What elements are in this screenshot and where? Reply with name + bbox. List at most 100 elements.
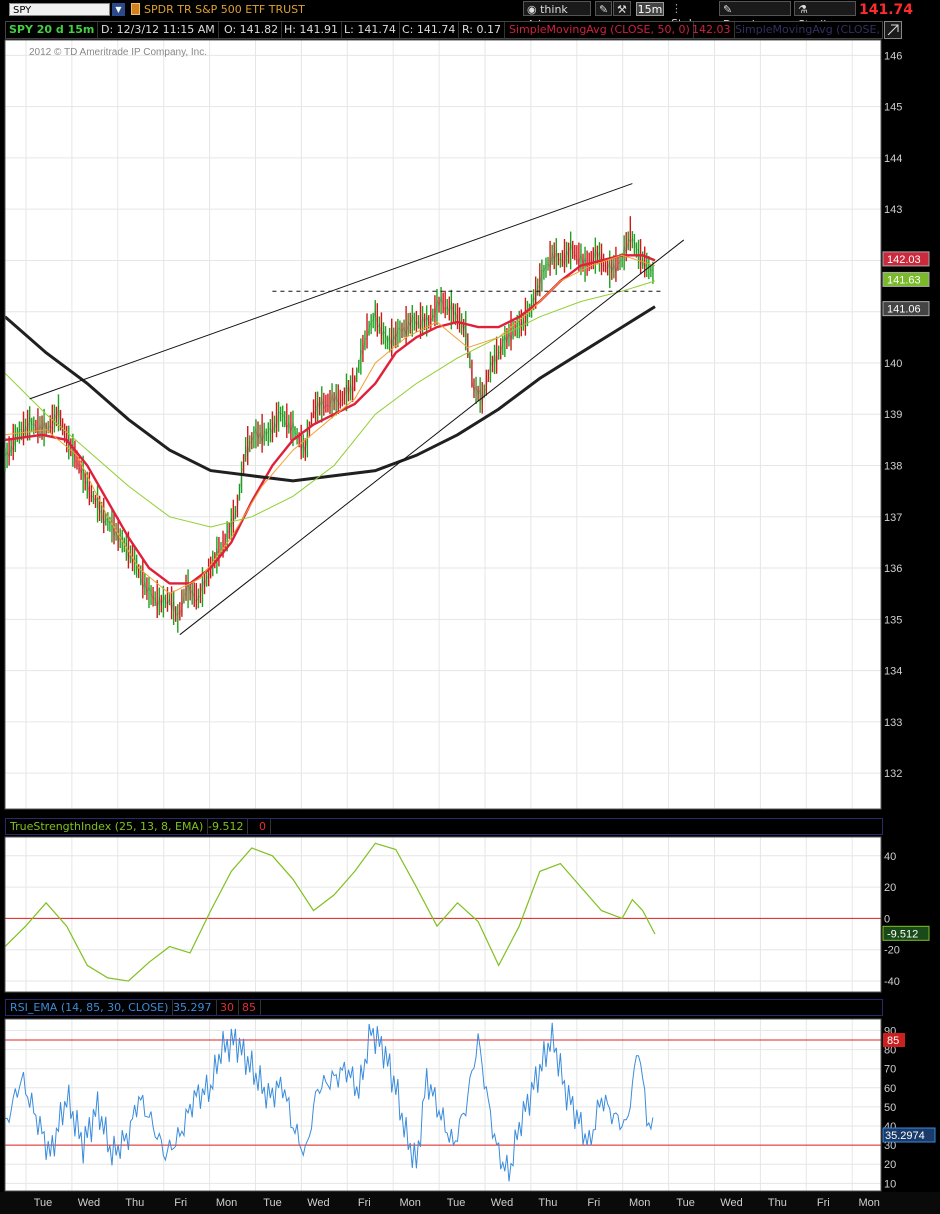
- rsi-legend: RSI_EMA (14, 85, 30, CLOSE) 35.297 30 85: [5, 999, 883, 1016]
- trendline-1: [179, 239, 685, 636]
- rsi-85-bubble: [883, 1033, 905, 1048]
- symbol-dropdown-icon[interactable]: ▼: [112, 3, 125, 16]
- moving-average-line-3: [4, 280, 656, 528]
- price-bubble: 141.06: [882, 301, 930, 317]
- open-label: O: 141.82: [221, 22, 283, 38]
- moving-average-line-2: [4, 254, 656, 595]
- think-ai-icon: ◉: [527, 3, 537, 16]
- y-tick-label: 10: [884, 1178, 896, 1190]
- price-bubble-bg: [882, 271, 930, 287]
- y-tick-label: 142: [884, 255, 902, 267]
- y-tick-label: 20: [884, 882, 896, 894]
- y-tick-label: 30: [884, 1140, 896, 1152]
- symbol-description: SPDR TR S&P 500 ETF TRUST: [144, 3, 305, 16]
- x-tick-label: Wed: [720, 1197, 742, 1209]
- price-bubble-label: 141.63: [887, 274, 921, 286]
- rsi-85-bubble-label: 85: [887, 1035, 899, 1047]
- trendline-0: [29, 183, 633, 400]
- tsi-zero: 0: [255, 819, 271, 834]
- y-tick-label: 145: [884, 102, 902, 114]
- x-tick-label: Tue: [447, 1197, 466, 1209]
- tsi-value-bubble-label: -9.512: [887, 928, 918, 940]
- document-icon: [131, 3, 140, 15]
- think-ai-button[interactable]: ◉ think A.I.: [523, 1, 591, 31]
- date-label: D: 12/3/12 11:15 AM: [98, 22, 219, 38]
- y-tick-label: 139: [884, 409, 902, 421]
- sma50-value: 142.03: [689, 22, 735, 38]
- y-tick-label: 144: [884, 153, 902, 165]
- studies-button[interactable]: ⚗ Studies: [794, 1, 856, 31]
- tsi-value-bubble: [882, 925, 930, 941]
- x-tick-label: Thu: [538, 1197, 557, 1209]
- style-icon: ⋮: [671, 2, 682, 15]
- expand-icon[interactable]: [884, 21, 902, 39]
- price-bubble: 142.03: [882, 251, 930, 267]
- price-panel: [5, 40, 881, 809]
- y-tick-label: 137: [884, 512, 902, 524]
- top-toolbar: SPY ▼ SPDR TR S&P 500 ETF TRUST ◉ think …: [0, 0, 940, 31]
- tsi-value: -9.512: [204, 819, 249, 834]
- y-tick-label: 141: [884, 307, 902, 319]
- x-tick-label: Fri: [174, 1197, 187, 1209]
- x-tick-label: Wed: [491, 1197, 513, 1209]
- tsi-legend: TrueStrengthIndex (25, 13, 8, EMA) -9.51…: [5, 818, 883, 835]
- y-tick-label: 70: [884, 1064, 896, 1076]
- y-tick-label: -40: [884, 976, 900, 988]
- y-tick-label: -20: [884, 945, 900, 957]
- x-tick-label: Tue: [676, 1197, 695, 1209]
- y-tick-label: 146: [884, 50, 902, 62]
- price-bubble-bg: [882, 251, 930, 267]
- rsi-low: 30: [216, 1000, 239, 1015]
- close-label: C: 141.74: [399, 22, 460, 38]
- y-tick-label: 20: [884, 1159, 896, 1171]
- high-label: H: 141.91: [281, 22, 342, 38]
- x-tick-label: Fri: [817, 1197, 830, 1209]
- rsi-value-bubble: [882, 1127, 936, 1143]
- x-tick-label: Tue: [263, 1197, 282, 1209]
- moving-average-line-0: [4, 254, 656, 585]
- flask-icon: ⚗: [798, 3, 808, 16]
- sma50-label: SimpleMovingAvg (CLOSE, 50, 0): [506, 22, 694, 38]
- price-bubble: 141.63: [882, 271, 930, 287]
- rsi-label[interactable]: RSI_EMA (14, 85, 30, CLOSE): [6, 1000, 174, 1015]
- tools-icon[interactable]: ✎: [595, 1, 612, 16]
- range-label: R: 0.17: [459, 22, 505, 38]
- x-tick-label: Mon: [858, 1197, 879, 1209]
- sma200-label: SimpleMovingAvg (CLOSE,: [735, 23, 880, 36]
- rsi-value: 35.297: [169, 1000, 217, 1015]
- symbol-input[interactable]: SPY: [9, 3, 110, 16]
- moving-average-line-1: [4, 305, 656, 483]
- price-bubble-bg: [882, 301, 930, 317]
- quote-info-bar: SPY 20 d 15m D: 12/3/12 11:15 AM O: 141.…: [5, 21, 883, 39]
- tsi-label[interactable]: TrueStrengthIndex (25, 13, 8, EMA): [6, 819, 209, 834]
- wrench-icon[interactable]: ⚒: [613, 1, 631, 16]
- x-tick-label: Mon: [399, 1197, 420, 1209]
- style-button[interactable]: ⋮ Style: [668, 1, 715, 30]
- y-tick-label: 138: [884, 461, 902, 473]
- x-tick-label: Thu: [768, 1197, 787, 1209]
- x-tick-label: Mon: [629, 1197, 650, 1209]
- y-tick-label: 0: [884, 913, 890, 925]
- x-tick-label: Tue: [34, 1197, 53, 1209]
- low-label: L: 141.74: [341, 22, 400, 38]
- x-tick-label: Thu: [125, 1197, 144, 1209]
- chart-canvas[interactable]: 146 145 144 143 142 141 140 139 138 137 136 135 134 1…: [0, 0, 940, 1214]
- rsi-high: 85: [238, 1000, 261, 1015]
- last-price: 141.74: [859, 2, 914, 18]
- interval-button[interactable]: 15m: [636, 2, 664, 16]
- rsi-value-bubble-label: 35.2974: [885, 1130, 925, 1142]
- y-tick-label: 50: [884, 1102, 896, 1114]
- tsi-panel: [5, 837, 881, 992]
- pencil-icon: ✎: [723, 3, 733, 16]
- y-tick-label: 90: [884, 1025, 896, 1037]
- drawings-button[interactable]: ✎ Drawings: [719, 1, 791, 31]
- y-tick-label: 40: [884, 1121, 896, 1133]
- x-tick-label: Wed: [307, 1197, 329, 1209]
- tsi-line: [4, 842, 656, 982]
- y-tick-label: 136: [884, 563, 902, 575]
- x-tick-label: Mon: [216, 1197, 237, 1209]
- y-tick-label: 80: [884, 1045, 896, 1057]
- x-tick-label: Wed: [78, 1197, 100, 1209]
- period-label: SPY 20 d 15m: [6, 22, 99, 38]
- x-tick-label: Fri: [587, 1197, 600, 1209]
